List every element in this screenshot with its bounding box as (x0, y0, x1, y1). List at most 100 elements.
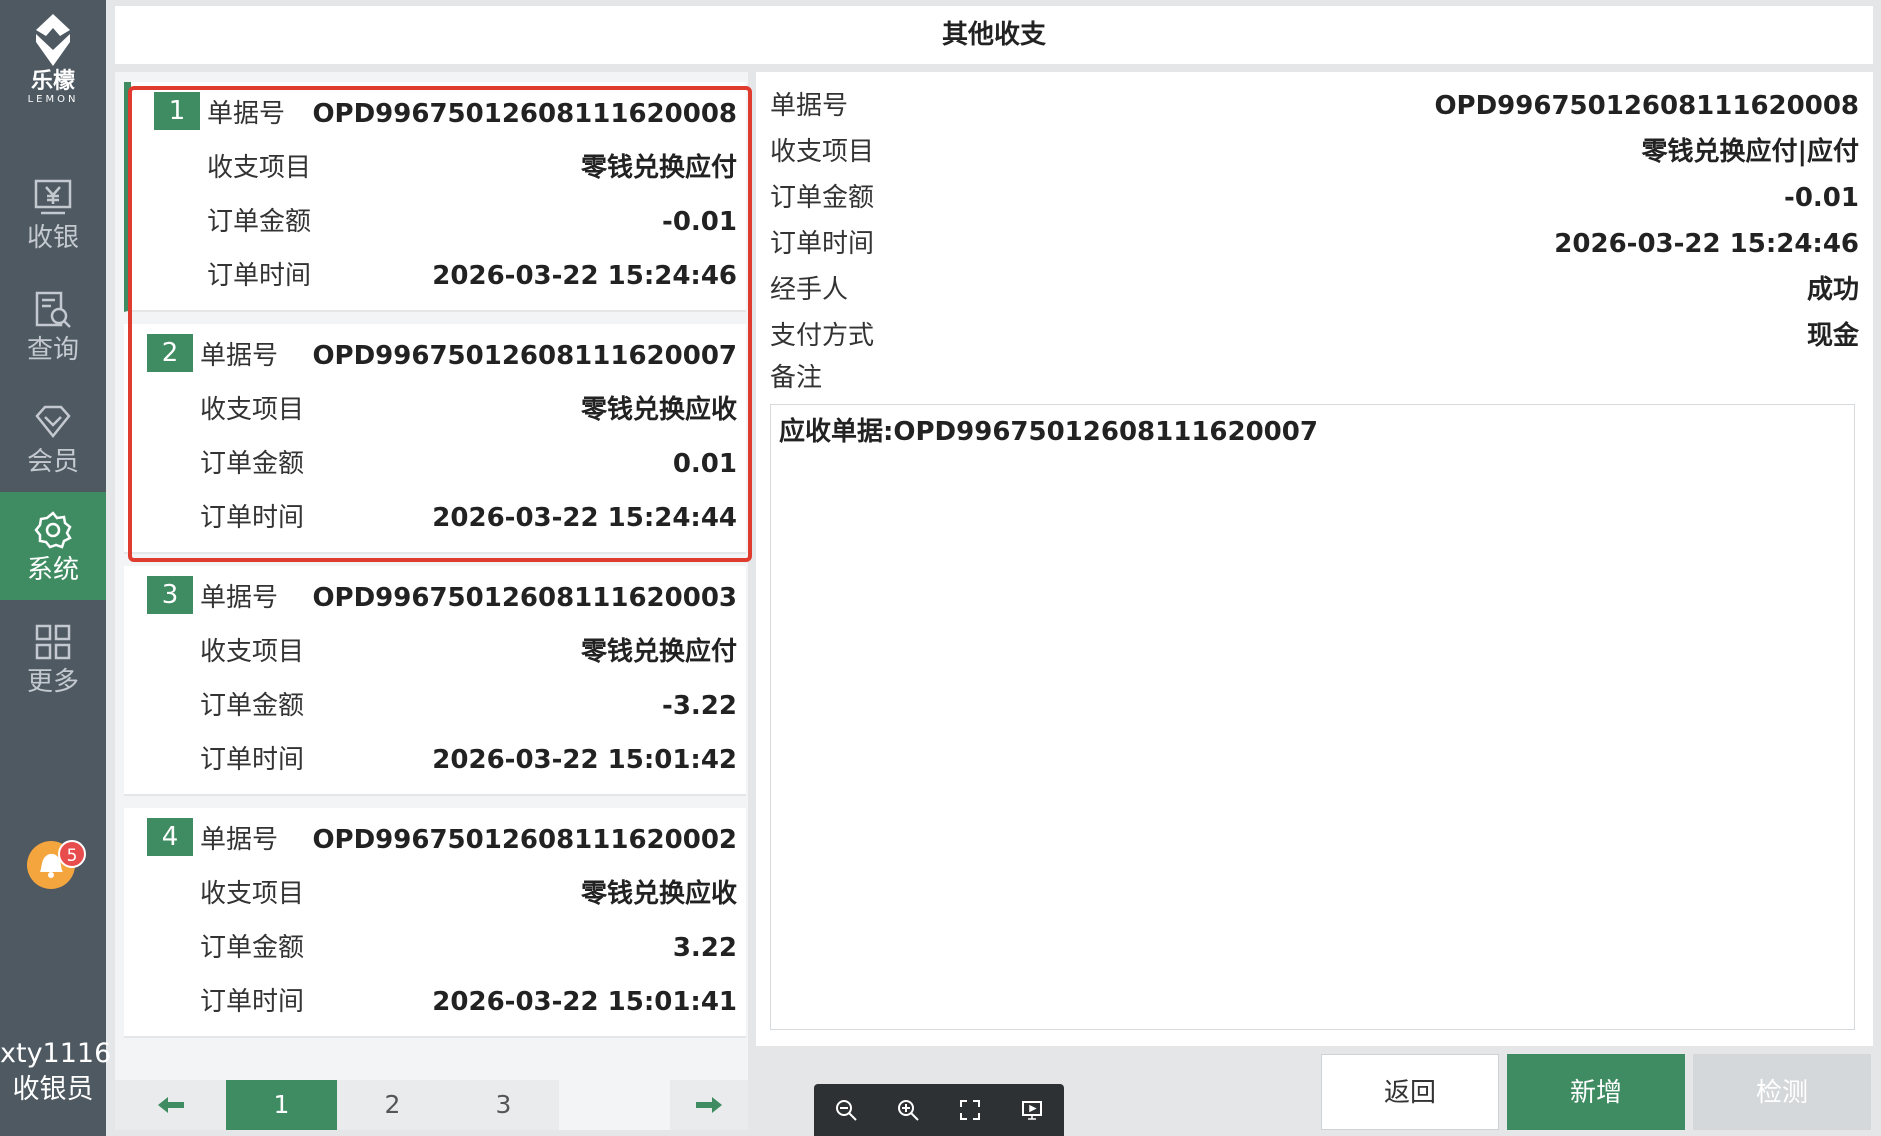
item-row: 收支项目 零钱兑换应收 (200, 874, 737, 914)
arrow-right-icon (696, 1097, 722, 1113)
field-label: 单据号 (770, 91, 849, 121)
amount-value: 0.01 (672, 449, 737, 479)
sidebar-item-query[interactable]: 查询 (0, 272, 106, 380)
time-value: 2026-03-22 15:01:42 (432, 745, 737, 775)
detail-panel: 单据号 OPD99675012608111620008 收支项目 零钱兑换应付|应付… (756, 72, 1873, 1046)
user-info: xty1116 收银员 (0, 1036, 111, 1108)
add-button[interactable]: 新增 (1507, 1054, 1685, 1130)
amount-row: 订单金额 -3.22 (200, 686, 737, 726)
time-value: 2026-03-22 15:24:44 (432, 503, 737, 533)
fullscreen-icon[interactable] (958, 1098, 982, 1122)
sidebar-item-label: 会员 (26, 447, 79, 477)
sidebar-item-member[interactable]: 会员 (0, 384, 106, 492)
field-label: 订单金额 (200, 449, 305, 479)
image-viewer-toolbar (814, 1084, 1064, 1136)
detail-handler-row: 经手人 成功 (770, 270, 1859, 310)
next-page-button[interactable] (670, 1080, 748, 1130)
prev-page-button[interactable] (115, 1080, 226, 1130)
sidebar-item-label: 更多 (26, 667, 79, 697)
doc-no-value: OPD99675012608111620003 (312, 583, 737, 613)
time-row: 订单时间 2026-03-22 15:24:46 (207, 256, 737, 296)
field-label: 单据号 (207, 99, 286, 129)
time-row: 订单时间 2026-03-22 15:01:42 (200, 740, 737, 780)
field-label: 经手人 (770, 275, 849, 305)
gear-icon (34, 511, 72, 549)
field-label: 订单时间 (200, 745, 305, 775)
field-label: 收支项目 (207, 153, 312, 183)
field-label: 支付方式 (770, 321, 875, 351)
cashier-icon (34, 179, 72, 215)
detect-button[interactable]: 检测 (1693, 1054, 1871, 1130)
time-value: 2026-03-22 15:01:41 (432, 987, 737, 1017)
field-label: 备注 (770, 363, 823, 393)
field-label: 收支项目 (200, 637, 305, 667)
field-label: 收支项目 (770, 137, 875, 167)
page-3-button[interactable]: 3 (448, 1080, 559, 1130)
detail-amount: -0.01 (1784, 183, 1859, 213)
doc-no-row: 单据号 OPD996750126081116200​08 (207, 94, 737, 134)
time-row: 订单时间 2026-03-22 15:24:44 (200, 498, 737, 538)
item-index: 1 (154, 92, 200, 130)
amount-value: -3.22 (662, 691, 737, 721)
amount-value: 3.22 (672, 933, 737, 963)
back-button[interactable]: 返回 (1321, 1054, 1499, 1130)
page-1-button[interactable]: 1 (226, 1080, 337, 1130)
field-label: 订单金额 (200, 691, 305, 721)
time-value: 2026-03-22 15:24:46 (432, 261, 737, 291)
user-role: 收银员 (12, 1074, 94, 1105)
detail-pay: 现金 (1806, 321, 1859, 351)
brand-name-en: LEMON (27, 94, 79, 105)
sidebar-item-cashier[interactable]: 收银 (0, 160, 106, 268)
list-item[interactable]: 3 单据号 OPD99675012608111620003 收支项目 零钱兑换应付 … (124, 566, 746, 796)
detail-doc-no-row: 单据号 OPD99675012608111620008 (770, 86, 1859, 126)
query-icon (35, 291, 71, 328)
notification-count-badge: 5 (58, 840, 86, 868)
sidebar-item-label: 查询 (26, 335, 79, 365)
field-label: 订单金额 (200, 933, 305, 963)
field-label: 收支项目 (200, 395, 305, 425)
amount-row: 订单金额 3.22 (200, 928, 737, 968)
remark-textarea[interactable]: 应收单据:OPD99675012608111620007 (770, 404, 1855, 1030)
field-label: 订单时间 (200, 503, 305, 533)
detail-time-row: 订单时间 2026-03-22 15:24:46 (770, 224, 1859, 264)
arrow-left-icon (157, 1097, 184, 1113)
amount-value: -0.01 (662, 207, 737, 237)
detail-amount-row: 订单金额 -0.01 (770, 178, 1859, 218)
zoom-out-icon[interactable] (834, 1098, 858, 1122)
sidebar-item-system[interactable]: 系统 (0, 492, 106, 600)
slideshow-icon[interactable] (1020, 1098, 1044, 1122)
zoom-in-icon[interactable] (896, 1098, 920, 1122)
item-value: 零钱兑换应付 (580, 153, 737, 183)
detail-doc-no: OPD99675012608111620008 (1434, 91, 1859, 121)
item-index: 2 (147, 334, 193, 372)
field-label: 订单金额 (207, 207, 312, 237)
detail-handler: 成功 (1806, 275, 1859, 305)
list-item[interactable]: 4 单据号 OPD99675012608111620002 收支项目 零钱兑换应收 … (124, 808, 746, 1038)
doc-no-value: OPD996750126081116200​08 (312, 99, 737, 129)
doc-no-row: 单据号 OPD99675012608111620003 (200, 578, 737, 618)
item-value: 零钱兑换应收 (580, 395, 737, 425)
amount-row: 订单金额 0.01 (200, 444, 737, 484)
field-label: 订单时间 (770, 229, 875, 259)
field-label: 单据号 (200, 825, 279, 855)
item-row: 收支项目 零钱兑换应付 (200, 632, 737, 672)
page-title: 其他收支 (115, 6, 1873, 64)
item-row: 收支项目 零钱兑换应收 (200, 390, 737, 430)
list-item[interactable]: 2 单据号 OPD99675012608111620007 收支项目 零钱兑换应收 … (124, 324, 746, 554)
doc-no-row: 单据号 OPD99675012608111620007 (200, 336, 737, 376)
field-label: 单据号 (200, 583, 279, 613)
detail-remark-row: 备注 (770, 358, 1859, 398)
list-item[interactable]: 1 单据号 OPD996750126081116200​08 收支项目 零钱兑换应付… (124, 82, 746, 312)
sidebar-item-label: 收银 (26, 223, 79, 253)
page-2-button[interactable]: 2 (337, 1080, 448, 1130)
sidebar-item-more[interactable]: 更多 (0, 604, 106, 712)
page-empty-slot (559, 1080, 670, 1130)
grid-icon (35, 624, 71, 660)
amount-row: 订单金额 -0.01 (207, 202, 737, 242)
pagination: 1 2 3 (115, 1080, 748, 1130)
brand-name: 乐檬 (30, 69, 75, 94)
detail-time: 2026-03-22 15:24:46 (1554, 229, 1859, 259)
doc-no-value: OPD99675012608111620007 (312, 341, 737, 371)
record-list: 1 单据号 OPD996750126081116200​08 收支项目 零钱兑换应付… (115, 72, 748, 1130)
time-row: 订单时间 2026-03-22 15:01:41 (200, 982, 737, 1022)
